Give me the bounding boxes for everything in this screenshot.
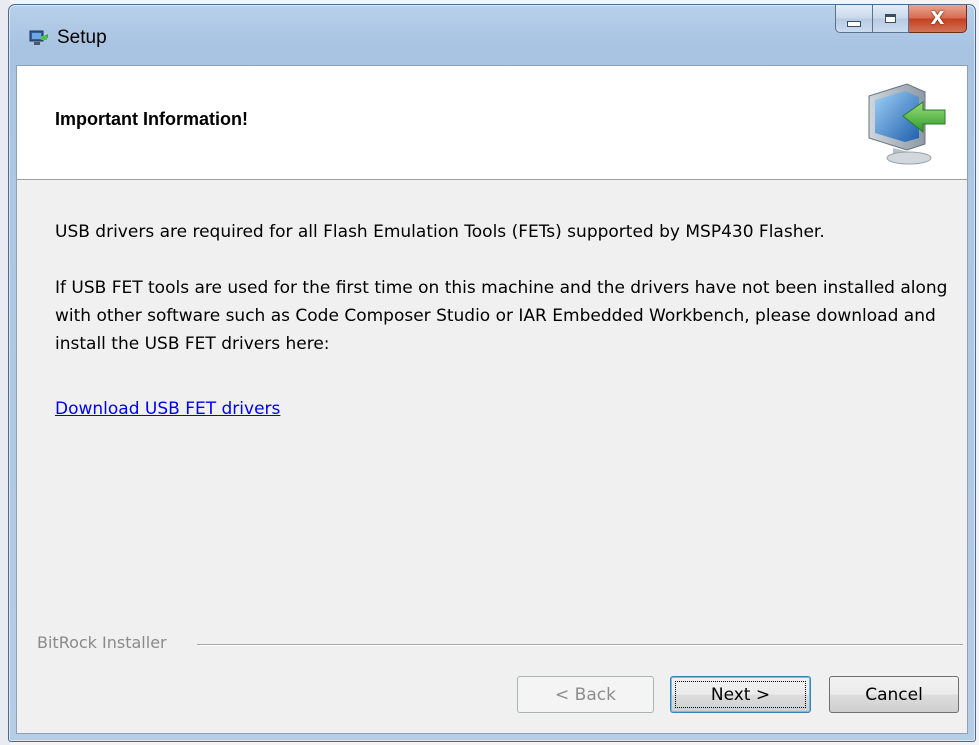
window-title: Setup xyxy=(57,27,107,48)
cancel-button[interactable]: Cancel xyxy=(829,676,959,713)
caption-buttons: X xyxy=(835,5,967,35)
minimize-icon xyxy=(847,20,861,27)
close-icon: X xyxy=(930,7,945,29)
computer-arrow-icon xyxy=(868,83,946,165)
next-button[interactable]: Next > xyxy=(670,676,811,713)
focus-rectangle xyxy=(675,681,806,708)
screen: Setup X Important Information! USB drive… xyxy=(0,0,979,745)
setup-window: Setup X Important Information! USB drive… xyxy=(8,4,976,742)
download-drivers-link[interactable]: Download USB FET drivers xyxy=(55,399,280,419)
installer-app-icon xyxy=(29,30,48,45)
title-bar[interactable]: Setup X xyxy=(9,5,975,71)
back-button[interactable]: < Back xyxy=(517,676,654,713)
close-button[interactable]: X xyxy=(909,5,967,33)
usb-install-instructions: If USB FET tools are used for the first … xyxy=(55,278,948,354)
separator-line xyxy=(197,644,963,646)
wizard-client-area: Important Information! USB drivers are r… xyxy=(16,65,968,734)
installer-brand-label: BitRock Installer xyxy=(37,633,173,652)
brand-separator: BitRock Installer xyxy=(17,633,967,655)
minimize-button[interactable] xyxy=(835,5,873,33)
page-title: Important Information! xyxy=(55,109,248,129)
usb-driver-notice: USB drivers are required for all Flash E… xyxy=(55,222,825,242)
maximize-icon xyxy=(885,14,896,23)
maximize-button[interactable] xyxy=(873,5,909,33)
wizard-header: Important Information! xyxy=(17,66,967,180)
